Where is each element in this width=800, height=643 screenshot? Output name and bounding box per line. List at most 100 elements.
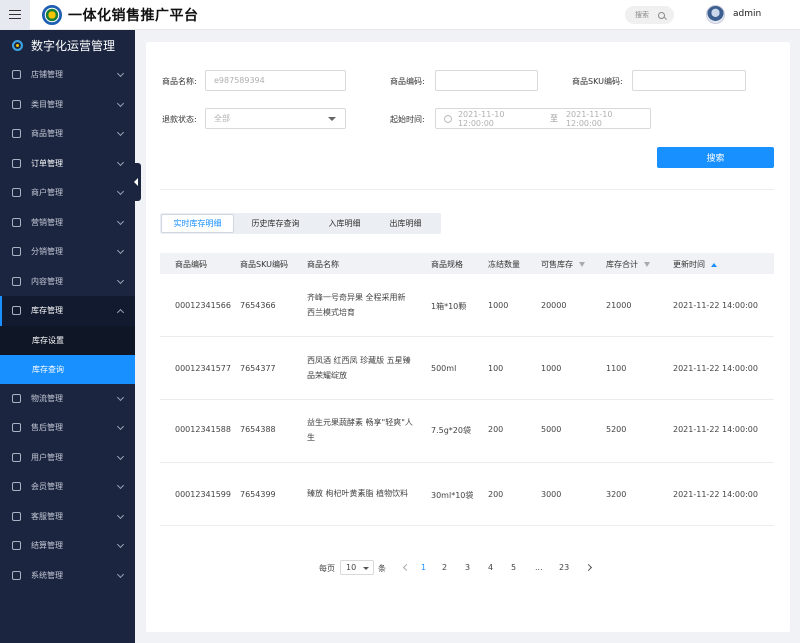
- cell-update-time: 2021-11-22 14:00:00: [673, 425, 758, 434]
- cell-spec: 500ml: [431, 364, 457, 373]
- chevron-down-icon: [116, 452, 125, 460]
- search-placeholder: 搜索: [635, 11, 649, 19]
- submenu-item-inventory-query[interactable]: 库存查询: [0, 354, 135, 384]
- page-ellipsis[interactable]: ...: [535, 563, 543, 572]
- sidebar-item-category[interactable]: 类目管理: [0, 90, 135, 120]
- col-sku-code: 商品SKU编码: [240, 260, 288, 269]
- tab-outbound[interactable]: 出库明细: [372, 214, 439, 233]
- cell-product-name: 益生元果蔬酵素 畅享"轻爽"人生: [307, 418, 413, 442]
- store-icon: [12, 70, 21, 80]
- sidebar-item-users[interactable]: 用户管理: [0, 443, 135, 473]
- sidebar-item-inventory[interactable]: 库存管理: [0, 296, 135, 326]
- tab-inbound[interactable]: 入库明细: [317, 214, 372, 233]
- submenu-item-inventory-settings[interactable]: 库存设置: [0, 325, 135, 355]
- caret-down-icon: [328, 117, 336, 121]
- chevron-down-icon: [116, 128, 125, 137]
- sidebar-item-label: 商户管理: [31, 188, 63, 198]
- search-icon: [658, 11, 665, 19]
- sidebar-item-label: 库存管理: [31, 306, 63, 316]
- platform-logo: [42, 4, 62, 25]
- sidebar-item-logistics[interactable]: 物流管理: [0, 384, 135, 414]
- sidebar-item-product[interactable]: 商品管理: [0, 119, 135, 149]
- sidebar-brand: 数字化运营管理: [0, 30, 135, 60]
- prev-page-icon[interactable]: [402, 563, 411, 572]
- clock-icon: [444, 114, 452, 123]
- page-5[interactable]: 5: [511, 563, 516, 572]
- cell-sku-code: 7654388: [240, 425, 276, 434]
- sidebar-collapse-handle[interactable]: [133, 163, 141, 201]
- date-range-picker[interactable]: 2021-11-10 12:00:00 至 2021-11-10 12:00:0…: [435, 108, 651, 129]
- col-update-time[interactable]: 更新时间: [673, 259, 717, 270]
- product-code-input[interactable]: [435, 70, 538, 91]
- search-button[interactable]: 搜索: [657, 147, 774, 168]
- col-label: 更新时间: [673, 260, 705, 269]
- global-search[interactable]: 搜索: [625, 6, 674, 24]
- col-stock-total[interactable]: 库存合计: [606, 259, 650, 270]
- main-panel: 商品名称: e987589394 商品编码: 商品SKU编码: 退款状态: 全部…: [146, 42, 790, 632]
- cell-stock-total: 5200: [606, 425, 627, 434]
- tab-realtime-inventory[interactable]: 实时库存明细: [161, 214, 234, 233]
- filter-icon[interactable]: [644, 262, 650, 267]
- col-label: 库存合计: [606, 260, 638, 269]
- page-23[interactable]: 23: [559, 563, 569, 572]
- table-row[interactable]: 00012341577 7654377 西凤酒 红西凤 珍藏版 五星臻品荣耀绽放…: [160, 337, 774, 400]
- page-2[interactable]: 2: [442, 563, 447, 572]
- menu-toggle-button[interactable]: [0, 0, 30, 30]
- page-1[interactable]: 1: [421, 563, 426, 572]
- product-name-input[interactable]: e987589394: [205, 70, 346, 91]
- sort-ascending-icon[interactable]: [711, 262, 717, 267]
- chevron-down-icon: [116, 481, 125, 490]
- per-page-label: 每页: [319, 564, 335, 573]
- sidebar-item-order[interactable]: 订单管理: [0, 149, 135, 179]
- table-row[interactable]: 00012341566 7654366 齐峰一号奇异果 全程采用新西兰模式培育 …: [160, 274, 774, 337]
- sidebar-item-label: 订单管理: [31, 158, 63, 168]
- sidebar-item-label: 营销管理: [31, 217, 63, 227]
- sidebar-item-distribution[interactable]: 分销管理: [0, 237, 135, 267]
- user-avatar[interactable]: [706, 5, 725, 24]
- chevron-down-icon: [116, 511, 125, 519]
- page-3[interactable]: 3: [465, 563, 470, 572]
- cell-product-name: 臻放 枸杞叶黄素脂 植物饮料: [307, 489, 409, 498]
- page-4[interactable]: 4: [488, 563, 493, 572]
- cell-update-time: 2021-11-22 14:00:00: [673, 490, 758, 499]
- refund-status-value: 全部: [214, 114, 230, 123]
- cell-sku-code: 7654366: [240, 301, 276, 310]
- user-name[interactable]: admin: [733, 9, 761, 19]
- sidebar-item-store[interactable]: 店铺管理: [0, 60, 135, 90]
- divider: [160, 189, 774, 190]
- sidebar-item-content[interactable]: 内容管理: [0, 267, 135, 297]
- col-spec: 商品规格: [431, 260, 463, 269]
- tab-history-inventory[interactable]: 历史库存查询: [234, 214, 317, 233]
- brand-title: 数字化运营管理: [31, 38, 116, 53]
- chevron-down-icon: [116, 422, 125, 431]
- table-row[interactable]: 00012341599 7654399 臻放 枸杞叶黄素脂 植物饮料 30ml*…: [160, 463, 774, 526]
- sidebar-item-after-sales[interactable]: 售后管理: [0, 413, 135, 443]
- sku-code-input[interactable]: [632, 70, 746, 91]
- sidebar: 数字化运营管理 店铺管理 类目管理 商品管理 订单管理 商户管理 营销管理 分销…: [0, 30, 135, 643]
- sidebar-item-customer-service[interactable]: 客服管理: [0, 502, 135, 532]
- sidebar-item-label: 类目管理: [31, 99, 63, 109]
- cell-product-code: 00012341577: [175, 364, 231, 373]
- chevron-down-icon: [116, 69, 125, 78]
- hamburger-icon: [9, 13, 21, 16]
- pagination: 每页 10 条 1 2 3 4 5 ... 23: [146, 560, 790, 576]
- col-frozen-qty: 冻结数量: [488, 260, 520, 269]
- cell-product-name: 齐峰一号奇异果 全程采用新西兰模式培育: [307, 293, 406, 317]
- cell-frozen-qty: 200: [488, 490, 504, 499]
- cell-available-stock: 1000: [541, 364, 562, 373]
- page-size-select[interactable]: 10: [340, 560, 374, 575]
- filter-icon[interactable]: [579, 262, 585, 267]
- network-icon: [12, 247, 21, 257]
- sidebar-item-merchant[interactable]: 商户管理: [0, 178, 135, 208]
- sidebar-item-marketing[interactable]: 营销管理: [0, 208, 135, 238]
- col-available-stock[interactable]: 可售库存: [541, 259, 585, 270]
- sidebar-item-settlement[interactable]: 结算管理: [0, 531, 135, 561]
- table-row[interactable]: 00012341588 7654388 益生元果蔬酵素 畅享"轻爽"人生 7.5…: [160, 400, 774, 463]
- merchant-icon: [12, 188, 21, 198]
- sidebar-item-members[interactable]: 会员管理: [0, 472, 135, 502]
- box-icon: [12, 99, 21, 109]
- start-time-label: 起始时间:: [390, 115, 425, 124]
- next-page-icon[interactable]: [584, 563, 593, 572]
- refund-status-select[interactable]: 全部: [205, 108, 346, 129]
- sidebar-item-system[interactable]: 系统管理: [0, 561, 135, 591]
